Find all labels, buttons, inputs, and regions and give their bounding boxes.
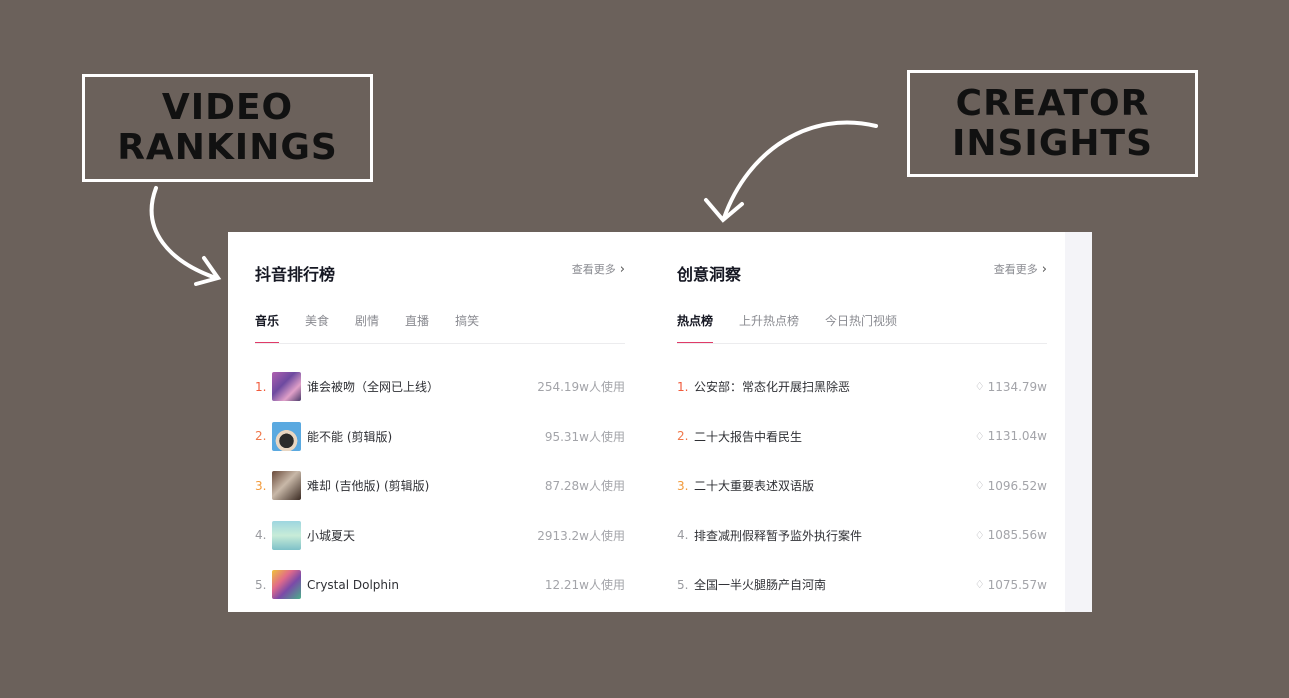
list-item[interactable]: 4. 小城夏天 2913.2w人使用 [255, 511, 625, 561]
rank-number: 3. [677, 478, 689, 493]
list-item[interactable]: 3. 难却 (吉他版) (剪辑版) 87.28w人使用 [255, 461, 625, 511]
see-more-label: 查看更多 [993, 263, 1038, 276]
list-item[interactable]: 5. Crystal Dolphin 12.21w人使用 [255, 560, 625, 610]
rank-number: 1. [255, 379, 267, 394]
chevron-right-icon: › [619, 261, 625, 277]
heat-value: ♢ 1085.56w [975, 528, 1047, 542]
list-item[interactable]: 1. 谁会被吻（全网已上线） 254.19w人使用 [255, 362, 625, 412]
callout-line: VIDEO [161, 87, 294, 128]
rankings-list: 1. 谁会被吻（全网已上线） 254.19w人使用 2. 能不能 (剪辑版) 9… [255, 362, 625, 610]
content-panel: 抖音排行榜 查看更多 › 音乐 美食 剧情 直播 搞笑 1. 谁会被吻（全网已上… [228, 232, 1092, 612]
rank-number: 4. [677, 528, 689, 543]
track-title: 能不能 (剪辑版) [307, 429, 393, 444]
flame-icon: ♢ [974, 578, 985, 592]
heat-value: ♢ 1131.04w [975, 429, 1047, 443]
insights-section: 创意洞察 查看更多 › 热点榜 上升热点榜 今日热门视频 1. 公安部：常态化开… [677, 232, 1047, 612]
rankings-tabs: 音乐 美食 剧情 直播 搞笑 [255, 312, 479, 344]
topic-title: 二十大报告中看民生 [694, 429, 803, 444]
heat-value: ♢ 1075.57w [975, 578, 1047, 592]
flame-icon: ♢ [974, 380, 985, 394]
creator-insights-callout: CREATOR INSIGHTS [907, 70, 1198, 177]
callout-line: INSIGHTS [951, 122, 1153, 164]
topic-title: 排查减刑假释暂予监外执行案件 [694, 528, 863, 543]
rank-number: 2. [677, 429, 689, 444]
tabs-divider [677, 343, 1047, 344]
tab-music[interactable]: 音乐 [255, 312, 280, 344]
rankings-see-more-link[interactable]: 查看更多 › [572, 261, 625, 277]
tab-live[interactable]: 直播 [405, 312, 429, 344]
tab-today-hot-videos[interactable]: 今日热门视频 [825, 312, 897, 344]
usage-count: 87.28w人使用 [544, 479, 625, 494]
scrollbar-track[interactable] [1065, 232, 1092, 612]
track-thumbnail [272, 570, 301, 600]
rank-number: 5. [255, 577, 267, 592]
see-more-label: 查看更多 [571, 263, 616, 276]
list-item[interactable]: 2. 二十大报告中看民生 ♢ 1131.04w [677, 412, 1047, 462]
list-item[interactable]: 4. 排查减刑假释暂予监外执行案件 ♢ 1085.56w [677, 511, 1047, 561]
track-title: 小城夏天 [307, 528, 356, 543]
tabs-divider [255, 343, 625, 344]
usage-count: 254.19w人使用 [537, 380, 625, 395]
list-item[interactable]: 1. 公安部：常态化开展扫黑除恶 ♢ 1134.79w [677, 362, 1047, 412]
track-thumbnail [272, 421, 301, 451]
insights-tabs: 热点榜 上升热点榜 今日热门视频 [677, 312, 897, 344]
heat-value: ♢ 1096.52w [975, 479, 1047, 493]
usage-count: 12.21w人使用 [544, 578, 625, 593]
list-item[interactable]: 3. 二十大重要表述双语版 ♢ 1096.52w [677, 461, 1047, 511]
insights-see-more-link[interactable]: 查看更多 › [994, 261, 1047, 277]
rank-number: 5. [677, 577, 689, 592]
video-rankings-callout: VIDEO RANKINGS [82, 74, 373, 182]
heat-number: 1134.79w [987, 379, 1047, 394]
list-item[interactable]: 5. 全国一半火腿肠产自河南 ♢ 1075.57w [677, 560, 1047, 610]
track-thumbnail [272, 372, 301, 402]
callout-line: CREATOR [955, 82, 1150, 124]
track-title: 谁会被吻（全网已上线） [307, 380, 440, 395]
usage-count: 2913.2w人使用 [537, 528, 625, 543]
tab-food[interactable]: 美食 [305, 312, 329, 344]
callout-line: RANKINGS [117, 127, 338, 168]
topic-title: 二十大重要表述双语版 [694, 479, 815, 494]
rank-number: 3. [255, 478, 267, 493]
tab-comedy[interactable]: 搞笑 [455, 312, 479, 344]
flame-icon: ♢ [974, 528, 985, 542]
rankings-section: 抖音排行榜 查看更多 › 音乐 美食 剧情 直播 搞笑 1. 谁会被吻（全网已上… [255, 232, 625, 612]
chevron-right-icon: › [1041, 261, 1047, 277]
list-item[interactable]: 2. 能不能 (剪辑版) 95.31w人使用 [255, 412, 625, 462]
usage-count: 95.31w人使用 [544, 429, 625, 444]
track-thumbnail [272, 520, 301, 550]
topic-title: 全国一半火腿肠产自河南 [694, 578, 827, 593]
tab-hot-list[interactable]: 热点榜 [677, 312, 714, 344]
tab-drama[interactable]: 剧情 [355, 312, 379, 344]
track-title: 难却 (吉他版) (剪辑版) [307, 479, 430, 494]
right-arrow-icon [704, 120, 878, 223]
flame-icon: ♢ [974, 429, 985, 443]
track-thumbnail [272, 471, 301, 501]
heat-number: 1131.04w [987, 429, 1047, 444]
heat-number: 1096.52w [987, 478, 1047, 493]
heat-value: ♢ 1134.79w [975, 380, 1047, 394]
heat-number: 1085.56w [987, 528, 1047, 543]
heat-number: 1075.57w [987, 577, 1047, 592]
flame-icon: ♢ [974, 479, 985, 493]
track-title: Crystal Dolphin [307, 577, 399, 592]
left-arrow-icon [149, 186, 222, 286]
insights-title: 创意洞察 [677, 265, 742, 284]
rank-number: 1. [677, 379, 689, 394]
topic-title: 公安部：常态化开展扫黑除恶 [694, 380, 851, 395]
tab-rising-hot-list[interactable]: 上升热点榜 [739, 312, 799, 344]
rank-number: 2. [255, 429, 267, 444]
rankings-title: 抖音排行榜 [255, 265, 336, 284]
rank-number: 4. [255, 528, 267, 543]
insights-list: 1. 公安部：常态化开展扫黑除恶 ♢ 1134.79w 2. 二十大报告中看民生… [677, 362, 1047, 610]
